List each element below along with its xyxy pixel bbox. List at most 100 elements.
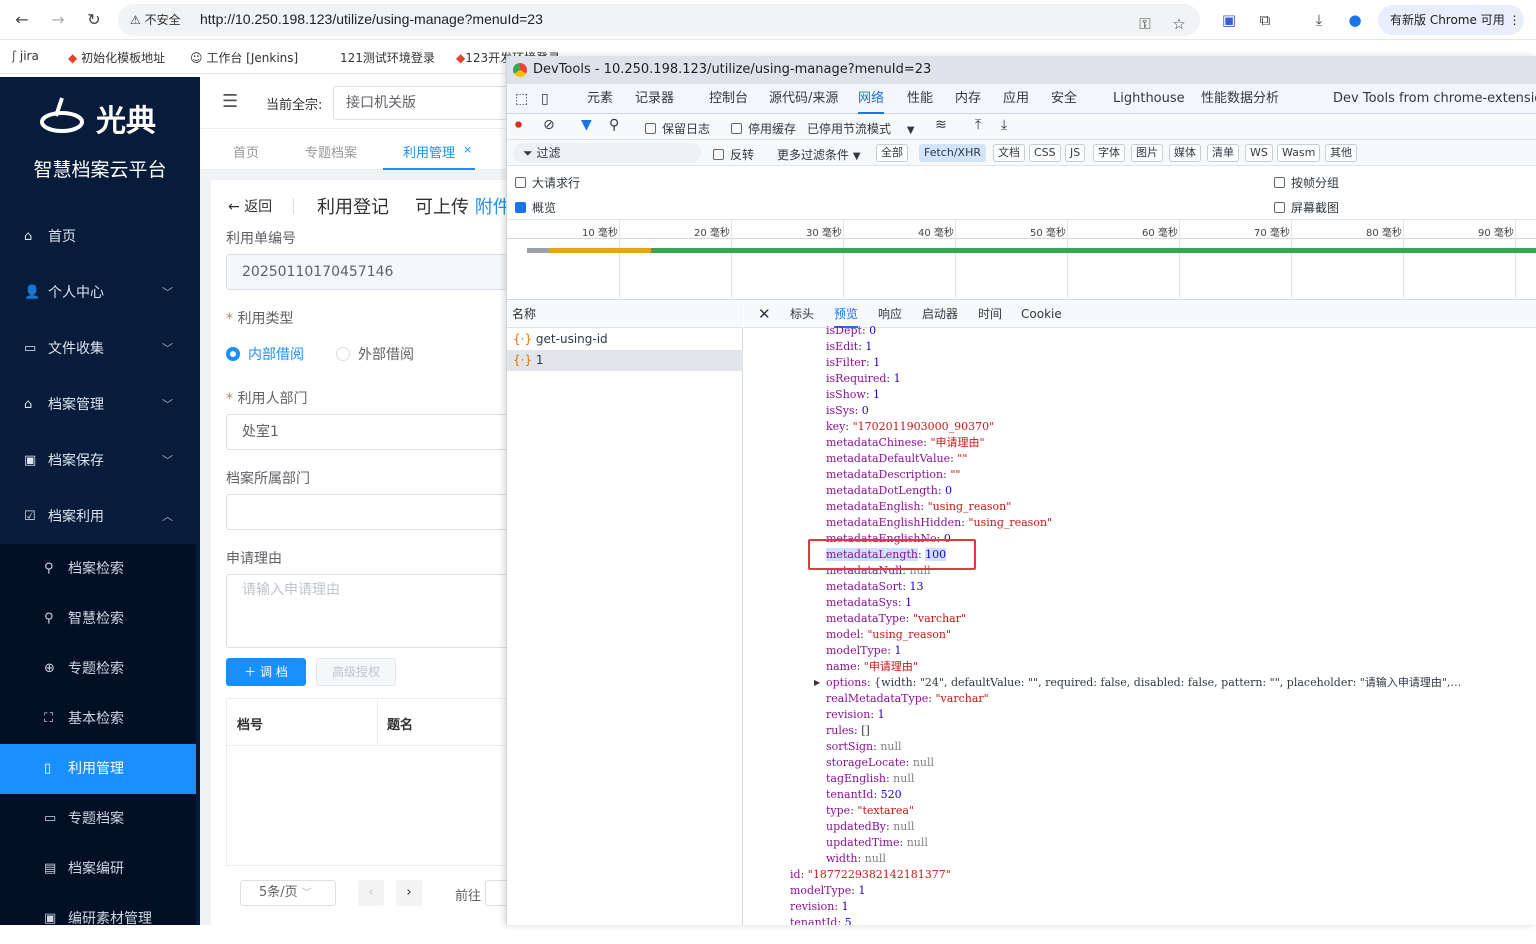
reload-icon[interactable]: ↻ (82, 8, 106, 32)
tab-use-manage[interactable]: 利用管理 × (383, 130, 475, 170)
bookmark-template[interactable]: ◆ 初始化模板地址 (68, 49, 165, 66)
type-chip-js[interactable]: JS (1065, 144, 1086, 162)
submenu-archive-search[interactable]: ⚲ 档案检索 (0, 544, 196, 594)
tab-home[interactable]: 首页 (233, 142, 259, 161)
device-toggle-icon[interactable]: ▯ (541, 84, 549, 114)
tab-recorder[interactable]: 记录器 (635, 84, 674, 114)
tab-cookie[interactable]: Cookie (1021, 300, 1062, 328)
menu-archive-manage[interactable]: ⌂ 档案管理 ﹀ (0, 377, 196, 433)
extensions-puzzle-icon[interactable]: ⧉ (1254, 9, 1276, 31)
type-chip-ws[interactable]: WS (1245, 144, 1273, 162)
bookmark-jenkins[interactable]: ☺ 工作台 [Jenkins] (190, 49, 298, 66)
json-line[interactable]: ▶ options: {width: "24", defaultValue: "… (814, 675, 1461, 691)
star-icon[interactable]: ☆ (1168, 13, 1190, 35)
tab-response[interactable]: 响应 (878, 300, 902, 328)
transfer-button[interactable]: ＋ 调 档 (226, 658, 306, 686)
overview-checkbox[interactable]: 概览 (515, 199, 556, 216)
tab-application[interactable]: 应用 (1003, 84, 1029, 114)
key-icon[interactable]: ⚿ (1134, 13, 1156, 35)
hamburger-icon[interactable]: ☰ (222, 91, 238, 112)
type-chip-manifest[interactable]: 清单 (1207, 144, 1239, 162)
tab-elements[interactable]: 元素 (587, 84, 613, 114)
radio-external[interactable]: 外部借阅 (336, 344, 414, 364)
group-by-frame-checkbox[interactable]: 按帧分组 (1274, 174, 1339, 191)
submenu-compile[interactable]: ▤ 档案编研 (0, 844, 196, 894)
tab-memory[interactable]: 内存 (955, 84, 981, 114)
filter-input[interactable]: ⏷ 过滤 (513, 143, 701, 163)
tab-sources[interactable]: 源代码/来源 (769, 84, 838, 114)
download-icon[interactable]: ⤓ (1308, 9, 1330, 31)
back-arrow-icon[interactable]: ← (10, 8, 34, 32)
close-icon[interactable]: × (463, 143, 472, 156)
tab-headers[interactable]: 标头 (790, 300, 814, 328)
type-chip-wasm[interactable]: Wasm (1277, 144, 1321, 162)
invert-checkbox[interactable]: 反转 (713, 146, 754, 163)
type-chip-all[interactable]: 全部 (876, 144, 908, 162)
disable-cache-checkbox[interactable]: 停用缓存 (731, 120, 796, 137)
tab-network[interactable]: 网络 (858, 84, 885, 114)
tab-perf-insights[interactable]: 性能数据分析 (1201, 84, 1279, 114)
submenu-topic-search[interactable]: ⊕ 专题检索 (0, 644, 196, 694)
throttle-select[interactable]: 已停用节流模式 ▼ (807, 120, 915, 137)
type-chip-xhr[interactable]: Fetch/XHR (919, 144, 986, 162)
tab-console[interactable]: 控制台 (709, 84, 748, 114)
wifi-icon[interactable]: ≋ (935, 117, 947, 133)
expand-triangle-icon[interactable]: ▶ (814, 675, 820, 691)
fonds-select[interactable]: 接口机关版 (333, 86, 513, 120)
submenu-material[interactable]: ▣ 编研素材管理 (0, 894, 196, 927)
menu-personal[interactable]: 👤 个人中心 ﹀ (0, 265, 196, 321)
bookmark-121[interactable]: 121测试环境登录 (340, 49, 435, 66)
type-chip-font[interactable]: 字体 (1093, 144, 1125, 162)
type-chip-css[interactable]: CSS (1029, 144, 1061, 162)
search-icon[interactable]: ⚲ (609, 117, 619, 133)
page-size-select[interactable]: 5条/页 ﹀ (240, 880, 336, 906)
tab-security[interactable]: 安全 (1051, 84, 1077, 114)
type-chip-media[interactable]: 媒体 (1169, 144, 1201, 162)
more-filters-dropdown[interactable]: 更多过滤条件 ▼ (777, 146, 861, 163)
reason-textarea[interactable]: 请输入申请理由 (226, 574, 516, 648)
extension-translate-icon[interactable]: ▣ (1218, 9, 1240, 31)
advanced-auth-button[interactable]: 高级授权 (316, 658, 396, 686)
tab-initiator[interactable]: 启动器 (922, 300, 958, 328)
tab-timing[interactable]: 时间 (978, 300, 1002, 328)
id-field[interactable]: 20250110170457146 (226, 254, 516, 290)
profile-icon[interactable]: ● (1344, 9, 1366, 31)
download-icon[interactable]: ⤓ (1001, 117, 1007, 133)
radio-internal[interactable]: 内部借阅 (226, 344, 304, 364)
dept-field[interactable]: 处室1 (226, 414, 516, 450)
screenshots-checkbox[interactable]: 屏幕截图 (1274, 199, 1339, 216)
inspect-icon[interactable]: ⬚ (515, 84, 528, 114)
url-text[interactable]: http://10.250.198.123/utilize/using-mana… (200, 11, 543, 27)
close-icon[interactable]: ✕ (758, 300, 771, 328)
big-rows-checkbox[interactable]: 大请求行 (515, 174, 580, 191)
menu-archive-save[interactable]: ▣ 档案保存 ﹀ (0, 433, 196, 489)
menu-home[interactable]: ⌂ 首页 (0, 209, 196, 265)
prev-page-button[interactable]: ‹ (358, 880, 384, 906)
request-row-selected[interactable]: {·} 1 (507, 350, 743, 371)
preserve-log-checkbox[interactable]: 保留日志 (645, 120, 710, 137)
menu-collect[interactable]: ▭ 文件收集 ﹀ (0, 321, 196, 377)
filter-icon[interactable]: ▼ (581, 117, 592, 133)
request-row[interactable]: {·} get-using-id (507, 329, 743, 350)
menu-archive-use[interactable]: ☑ 档案利用 ︿ (0, 489, 196, 545)
insecure-badge[interactable]: ⚠ 不安全 (124, 9, 187, 31)
submenu-topic-archive[interactable]: ▭ 专题档案 (0, 794, 196, 844)
address-bar[interactable]: ⚠ 不安全 http://10.250.198.123/utilize/usin… (118, 4, 1200, 36)
archive-dept-field[interactable] (226, 494, 516, 530)
upload-icon[interactable]: ⤒ (975, 117, 981, 133)
next-page-button[interactable]: › (396, 880, 422, 906)
back-button[interactable]: ← 返回 (228, 196, 272, 216)
forward-arrow-icon[interactable]: → (46, 8, 70, 32)
chrome-update-button[interactable]: 有新版 Chrome 可用 ⋮ (1378, 5, 1524, 35)
clear-icon[interactable]: ⊘ (543, 117, 555, 133)
submenu-use-manage[interactable]: ▯ 利用管理 (0, 744, 196, 794)
tab-extension[interactable]: Dev Tools from chrome-extension-b (1333, 84, 1536, 114)
submenu-basic-search[interactable]: ⛶ 基本检索 (0, 694, 196, 744)
bookmark-jira[interactable]: ʃ jira (12, 49, 39, 63)
submenu-smart-search[interactable]: ⚲ 智慧检索 (0, 594, 196, 644)
record-stop-icon[interactable]: ⏺ (515, 117, 522, 133)
type-chip-doc[interactable]: 文档 (993, 144, 1025, 162)
tab-performance[interactable]: 性能 (907, 84, 933, 114)
type-chip-other[interactable]: 其他 (1325, 144, 1357, 162)
tab-topic-archive[interactable]: 专题档案 (305, 142, 357, 161)
